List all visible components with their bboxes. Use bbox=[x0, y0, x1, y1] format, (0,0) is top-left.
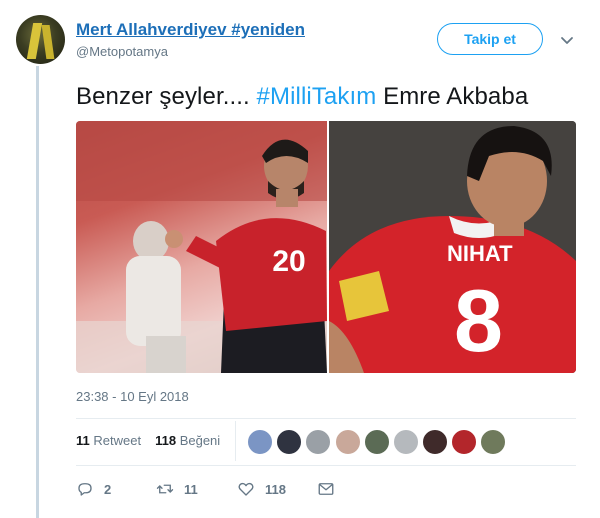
tweet-timestamp[interactable]: 23:38 - 10 Eyl 2018 bbox=[76, 389, 189, 404]
follow-button[interactable]: Takip et bbox=[437, 23, 543, 55]
retweet-label[interactable]: Retweet bbox=[93, 433, 141, 448]
tweet-text-part: Benzer şeyler.... bbox=[76, 83, 257, 110]
heart-icon bbox=[238, 482, 254, 496]
media-photo-right[interactable]: NIHAT 8 bbox=[329, 121, 576, 373]
envelope-icon bbox=[318, 483, 334, 495]
author-avatar[interactable] bbox=[16, 15, 65, 64]
retweet-button[interactable]: 11 bbox=[156, 480, 198, 498]
photo-left-illustration: 20 bbox=[76, 121, 327, 373]
author-display-name[interactable]: Mert Allahverdiyev #yeniden bbox=[76, 20, 305, 40]
tweet-stats: 11 Retweet 118 Beğeni bbox=[76, 433, 220, 448]
chevron-down-icon[interactable] bbox=[559, 32, 575, 48]
media-photo-left[interactable]: 20 bbox=[76, 121, 327, 373]
tweet-actions: 2 11 118 bbox=[76, 480, 376, 500]
reply-icon bbox=[78, 483, 92, 496]
reply-count: 2 bbox=[104, 481, 112, 497]
stats-divider bbox=[235, 421, 236, 461]
author-username[interactable]: @Metopotamya bbox=[76, 44, 168, 59]
liker-avatar[interactable] bbox=[422, 429, 448, 455]
tweet-text-part: Emre Akbaba bbox=[376, 83, 529, 110]
retweet-icon bbox=[156, 484, 174, 494]
retweet-count[interactable]: 11 bbox=[76, 433, 90, 448]
liker-avatar[interactable] bbox=[364, 429, 390, 455]
hashtag-link[interactable]: #MilliTakım bbox=[257, 83, 377, 110]
thread-line bbox=[36, 66, 39, 518]
retweet-action-count: 11 bbox=[184, 481, 198, 497]
like-label[interactable]: Beğeni bbox=[180, 433, 220, 448]
liker-avatar[interactable] bbox=[335, 429, 361, 455]
tweet-media: 20 NIHAT 8 bbox=[76, 121, 576, 373]
liker-avatar[interactable] bbox=[393, 429, 419, 455]
like-action-count: 118 bbox=[265, 481, 286, 497]
divider-top bbox=[76, 418, 576, 419]
reply-button[interactable]: 2 bbox=[76, 480, 111, 498]
liker-avatar[interactable] bbox=[451, 429, 477, 455]
like-button[interactable]: 118 bbox=[237, 480, 286, 498]
liker-avatar[interactable] bbox=[480, 429, 506, 455]
tweet-text: Benzer şeyler.... #MilliTakım Emre Akbab… bbox=[76, 83, 528, 111]
liker-avatar[interactable] bbox=[276, 429, 302, 455]
like-count[interactable]: 118 bbox=[155, 433, 176, 448]
jersey-name-right: NIHAT bbox=[447, 241, 513, 266]
liker-avatar[interactable] bbox=[305, 429, 331, 455]
divider-bottom bbox=[76, 465, 576, 466]
jersey-number-left: 20 bbox=[272, 245, 305, 278]
jersey-number-right: 8 bbox=[454, 271, 503, 370]
message-button[interactable] bbox=[317, 480, 335, 498]
liker-avatar[interactable] bbox=[247, 429, 273, 455]
photo-right-illustration: NIHAT 8 bbox=[329, 121, 576, 373]
